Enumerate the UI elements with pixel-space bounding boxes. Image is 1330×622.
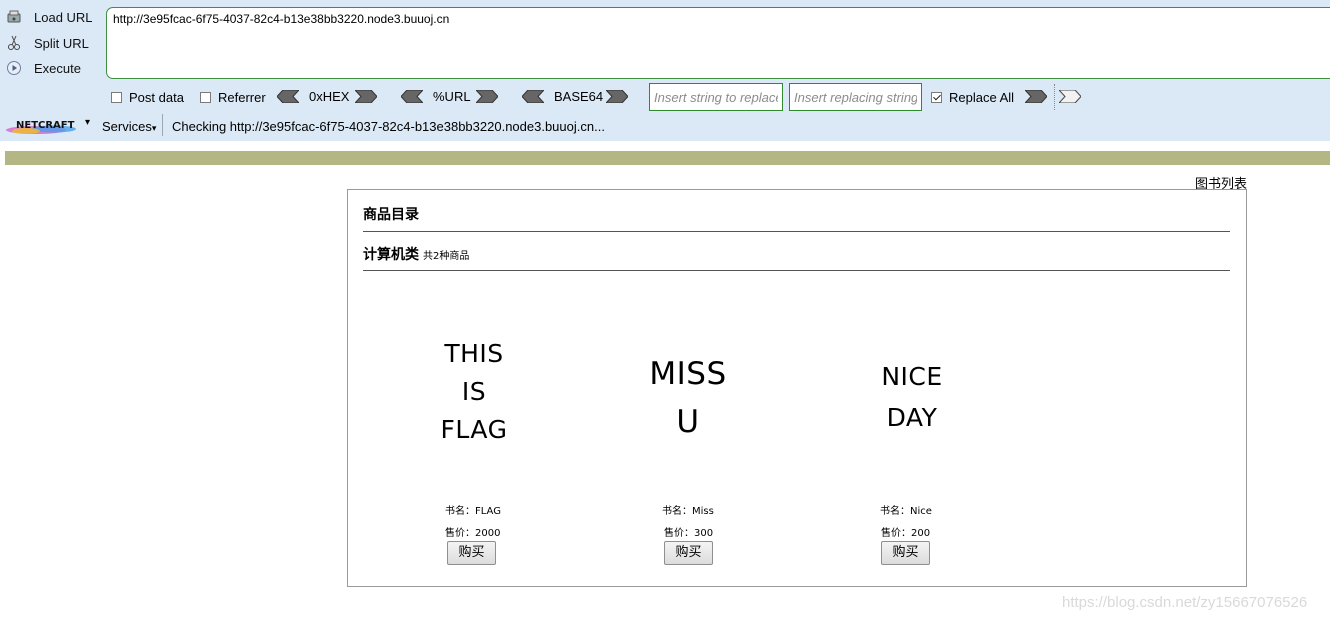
load-url-icon: [6, 9, 22, 25]
divider: [363, 270, 1230, 271]
replace-all-toggle[interactable]: Replace All: [931, 89, 1014, 105]
replace-from-input[interactable]: [649, 83, 783, 111]
execute-button[interactable]: Execute: [6, 58, 81, 78]
hackbar-toolbar: Load URL Split URL Execute http://3e95fc…: [0, 0, 1330, 141]
catalog-panel: 商品目录 计算机类 共2种商品 THIS IS FLAG 书名：FLAG 售价：2…: [347, 189, 1247, 587]
category-count: 共2种商品: [423, 251, 470, 262]
netcraft-logo-icon[interactable]: NETCRAFT: [6, 117, 80, 135]
catalog-title: 商品目录: [363, 207, 419, 223]
url-encode-arrow-icon[interactable]: [476, 90, 498, 103]
post-data-checkbox[interactable]: [111, 91, 122, 103]
book-cover[interactable]: NICE DAY: [852, 356, 972, 438]
replace-to-input[interactable]: [789, 83, 922, 111]
book-name: 书名：FLAG: [445, 506, 501, 517]
url-label: %URL: [433, 89, 471, 104]
referrer-checkbox[interactable]: [200, 91, 211, 103]
watermark: https://blog.csdn.net/zy15667076526: [1062, 594, 1308, 611]
buy-button[interactable]: 购买: [664, 541, 713, 565]
post-data-toggle[interactable]: Post data: [111, 89, 184, 105]
replace-arrow-icon[interactable]: [1025, 90, 1047, 103]
replace-next-arrow-icon[interactable]: [1059, 90, 1081, 103]
book-cover[interactable]: MISS U: [628, 350, 748, 446]
base64-encode-arrow-icon[interactable]: [606, 90, 628, 103]
scissors-icon: [6, 35, 22, 51]
play-icon: [6, 60, 22, 76]
book-cover[interactable]: THIS IS FLAG: [414, 335, 534, 449]
netcraft-separator: [162, 114, 163, 136]
category-title: 计算机类 共2种商品: [363, 247, 470, 263]
hex-encode-arrow-icon[interactable]: [355, 90, 377, 103]
book-name: 书名：Nice: [880, 506, 932, 517]
url-input[interactable]: http://3e95fcac-6f75-4037-82c4-b13e38bb3…: [106, 7, 1330, 79]
load-url-button[interactable]: Load URL: [6, 7, 93, 27]
book-price: 售价：300: [664, 528, 714, 539]
netcraft-dropdown-icon[interactable]: ▾: [85, 117, 90, 128]
split-url-button[interactable]: Split URL: [6, 33, 89, 53]
base64-label: BASE64: [554, 89, 604, 104]
services-menu[interactable]: Services▾: [102, 119, 156, 134]
hex-label: 0xHEX: [309, 89, 350, 104]
buy-button[interactable]: 购买: [881, 541, 930, 565]
page-header-bar: [5, 151, 1330, 165]
url-decode-arrow-icon[interactable]: [401, 90, 423, 103]
svg-text:NETCRAFT: NETCRAFT: [16, 120, 75, 131]
toolbar-separator: [1054, 84, 1055, 110]
book-name: 书名：Miss: [662, 506, 714, 517]
hex-decode-arrow-icon[interactable]: [277, 90, 299, 103]
referrer-toggle[interactable]: Referrer: [200, 89, 266, 105]
book-price: 售价：2000: [445, 528, 501, 539]
base64-decode-arrow-icon[interactable]: [522, 90, 544, 103]
divider: [363, 231, 1230, 232]
buy-button[interactable]: 购买: [447, 541, 496, 565]
replace-all-checkbox[interactable]: [931, 91, 942, 103]
book-price: 售价：200: [881, 528, 931, 539]
netcraft-status: Checking http://3e95fcac-6f75-4037-82c4-…: [172, 119, 605, 134]
